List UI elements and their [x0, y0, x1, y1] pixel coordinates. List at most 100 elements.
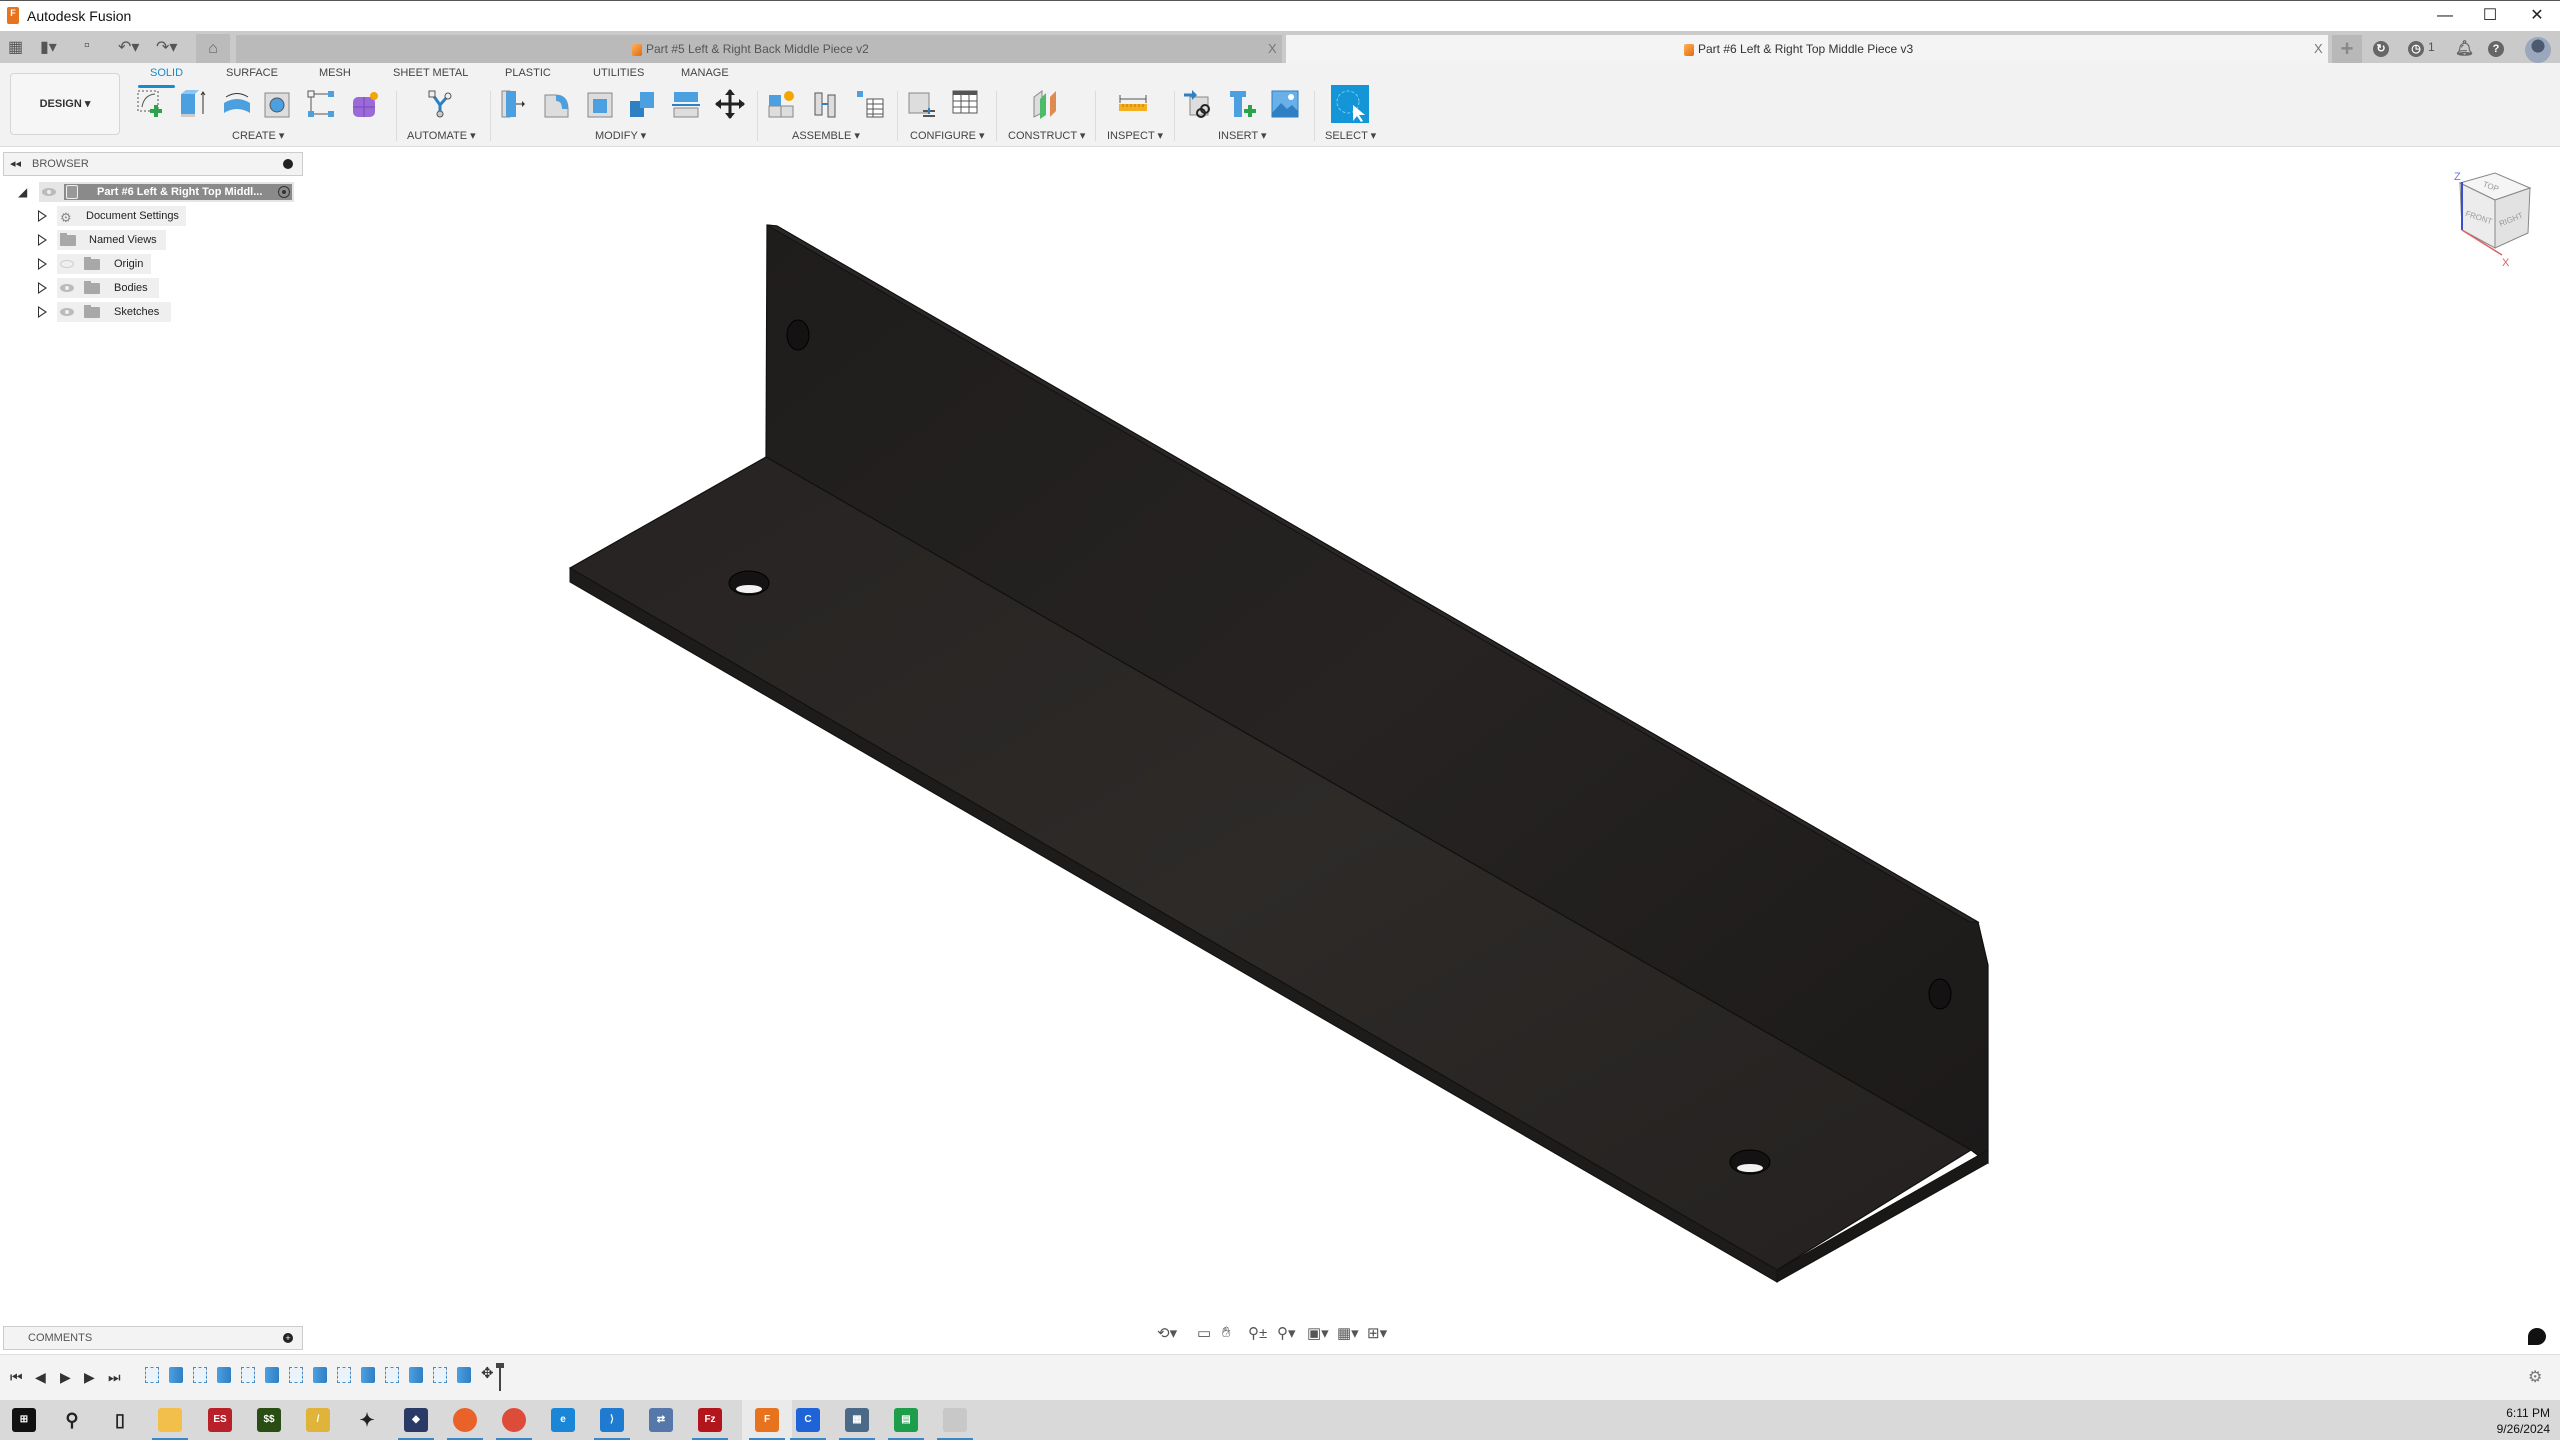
- timeline-sketch-feature[interactable]: [337, 1367, 351, 1383]
- browser-root-node[interactable]: ◢ Part #6 Left & Right Top Middl...: [18, 182, 303, 202]
- 3d-viewport[interactable]: TOP FRONT RIGHT Z X: [0, 148, 2560, 1322]
- insert-mcmaster-icon[interactable]: [1227, 89, 1257, 119]
- press-pull-icon[interactable]: [500, 89, 530, 119]
- hole-back-left[interactable]: [786, 319, 810, 351]
- timeline-sketch-feature[interactable]: [193, 1367, 207, 1383]
- taskbar-calculator-icon[interactable]: ▦: [839, 1408, 875, 1440]
- close-button[interactable]: ✕: [2517, 5, 2557, 27]
- notifications-icon[interactable]: 🔔︎: [2455, 41, 2474, 57]
- visibility-eye-icon[interactable]: [42, 188, 56, 196]
- timeline-extrude-feature[interactable]: [265, 1367, 279, 1383]
- tab-manage[interactable]: MANAGE: [681, 67, 729, 79]
- timeline-settings-gear-icon[interactable]: ⚙: [2528, 1367, 2542, 1387]
- insert-group-label[interactable]: INSERT ▾: [1218, 129, 1267, 142]
- timeline-extrude-feature[interactable]: [313, 1367, 327, 1383]
- tab-mesh[interactable]: MESH: [319, 67, 351, 79]
- timeline-sketch-feature[interactable]: [433, 1367, 447, 1383]
- maximize-button[interactable]: ☐: [2470, 5, 2510, 27]
- measure-icon[interactable]: [1118, 89, 1148, 119]
- taskbar-network-app-icon[interactable]: ⇄: [649, 1408, 673, 1432]
- orbit-icon[interactable]: ⟲▾: [1157, 1324, 1177, 1342]
- taskbar-chrome-icon[interactable]: [496, 1408, 532, 1440]
- automate-group-label[interactable]: AUTOMATE ▾: [407, 129, 476, 142]
- timeline-sketch-feature[interactable]: [385, 1367, 399, 1383]
- redo-icon[interactable]: ↷▾: [156, 37, 177, 57]
- browser-item-bodies[interactable]: Bodies: [38, 278, 238, 298]
- move-copy-icon[interactable]: [715, 89, 745, 119]
- timeline-last-button[interactable]: ⏭: [108, 1369, 121, 1386]
- expand-triangle-icon[interactable]: [38, 234, 47, 246]
- expand-triangle-icon[interactable]: [38, 306, 47, 318]
- taskbar-vscode-icon[interactable]: ⟩: [594, 1408, 630, 1440]
- look-at-icon[interactable]: ▭: [1197, 1324, 1211, 1342]
- close-tab-icon[interactable]: X: [1268, 35, 1277, 63]
- offset-plane-icon[interactable]: [1030, 89, 1060, 119]
- tab-plastic[interactable]: PLASTIC: [505, 67, 551, 79]
- taskbar-misc-app-icon[interactable]: [937, 1408, 973, 1440]
- insert-derive-icon[interactable]: [1184, 89, 1214, 119]
- select-group-label[interactable]: SELECT ▾: [1325, 129, 1376, 142]
- timeline-extrude-feature[interactable]: [217, 1367, 231, 1383]
- taskbar-sheets-app-icon[interactable]: ▤: [888, 1408, 924, 1440]
- grid-menu-icon[interactable]: ▦: [8, 37, 23, 57]
- timeline-marker[interactable]: [496, 1363, 504, 1391]
- offset-face-icon[interactable]: [671, 89, 701, 119]
- timeline-next-button[interactable]: ▶: [84, 1369, 95, 1386]
- taskbar-edge-icon[interactable]: e: [551, 1408, 575, 1432]
- timeline-move-feature[interactable]: ✥: [481, 1364, 495, 1382]
- timeline-sketch-feature[interactable]: [145, 1367, 159, 1383]
- browser-item-sketches[interactable]: Sketches: [38, 302, 238, 322]
- browser-pin-icon[interactable]: [283, 159, 293, 169]
- combine-icon[interactable]: [628, 89, 658, 119]
- revolve-icon[interactable]: [222, 89, 252, 119]
- help-icon[interactable]: ?: [2488, 41, 2504, 57]
- rectangular-pattern-icon[interactable]: [306, 89, 336, 119]
- visibility-eye-icon[interactable]: [60, 284, 74, 292]
- shell-icon[interactable]: [585, 89, 615, 119]
- assemble-group-label[interactable]: ASSEMBLE ▾: [792, 129, 860, 142]
- insert-canvas-icon[interactable]: [1270, 89, 1300, 119]
- timeline-play-button[interactable]: ▶: [60, 1369, 71, 1386]
- configure-group-label[interactable]: CONFIGURE ▾: [910, 129, 985, 142]
- taskbar-start-icon[interactable]: ⊞: [12, 1408, 36, 1432]
- taskbar-file-explorer-icon[interactable]: [152, 1408, 188, 1440]
- taskbar-c-app-icon[interactable]: C: [790, 1408, 826, 1440]
- taskbar-fusion-icon[interactable]: F: [749, 1408, 785, 1440]
- display-settings-icon[interactable]: ▣▾: [1307, 1324, 1329, 1342]
- sync-icon[interactable]: ↻: [2373, 41, 2389, 57]
- zoom-icon[interactable]: ⚲±: [1248, 1324, 1267, 1342]
- zoom-window-icon[interactable]: ⚲▾: [1277, 1324, 1296, 1342]
- taskbar-firefox-icon[interactable]: [447, 1408, 483, 1440]
- modify-group-label[interactable]: MODIFY ▾: [595, 129, 646, 142]
- add-comment-icon[interactable]: +: [283, 1333, 293, 1343]
- expand-triangle-icon[interactable]: [38, 210, 47, 222]
- tab-solid[interactable]: SOLID: [150, 67, 183, 79]
- timeline-extrude-feature[interactable]: [169, 1367, 183, 1383]
- taskbar-search-icon[interactable]: ⚲: [60, 1408, 84, 1432]
- taskbar-game-app-icon[interactable]: ✦: [355, 1408, 379, 1432]
- joint-icon[interactable]: [811, 89, 841, 119]
- collapse-browser-icon[interactable]: ◂◂: [10, 157, 21, 170]
- tab-surface[interactable]: SURFACE: [226, 67, 278, 79]
- grid-snaps-icon[interactable]: ▦▾: [1337, 1324, 1359, 1342]
- extrude-icon[interactable]: [178, 89, 208, 119]
- construct-group-label[interactable]: CONSTRUCT ▾: [1008, 129, 1085, 142]
- taskbar-ss-app-icon[interactable]: $$: [257, 1408, 281, 1432]
- document-tab[interactable]: Part #5 Left & Right Back Middle Piece v…: [236, 35, 1282, 63]
- timeline-extrude-feature[interactable]: [361, 1367, 375, 1383]
- close-tab-icon[interactable]: X: [2314, 35, 2323, 63]
- expand-triangle-icon[interactable]: [38, 282, 47, 294]
- browser-item-named-views[interactable]: Named Views: [38, 230, 238, 250]
- undo-icon[interactable]: ↶▾: [118, 37, 139, 57]
- feedback-bubble-icon[interactable]: [2528, 1328, 2546, 1345]
- save-icon[interactable]: ▫: [84, 37, 90, 55]
- timeline-extrude-feature[interactable]: [457, 1367, 471, 1383]
- view-cube[interactable]: TOP FRONT RIGHT Z X: [2420, 158, 2560, 278]
- new-component-icon[interactable]: [767, 89, 797, 119]
- taskbar-pen-app-icon[interactable]: /: [306, 1408, 330, 1432]
- document-tab-active[interactable]: Part #6 Left & Right Top Middle Piece v3…: [1286, 35, 2328, 63]
- taskbar-task-view-icon[interactable]: ▯: [108, 1408, 132, 1432]
- configure-icon[interactable]: [907, 89, 937, 119]
- visibility-hidden-icon[interactable]: [60, 260, 74, 268]
- tab-utilities[interactable]: UTILITIES: [593, 67, 644, 79]
